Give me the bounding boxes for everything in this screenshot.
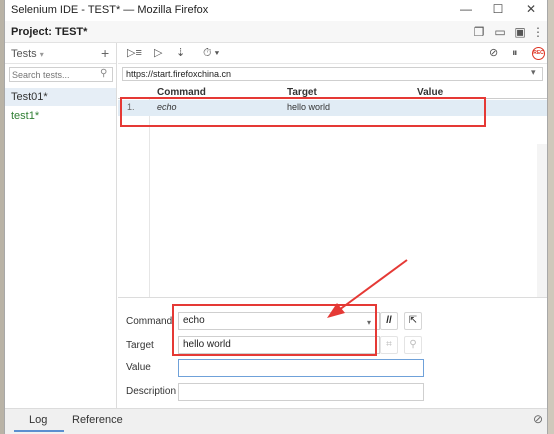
run-all-tests-icon[interactable]: ▷≡ — [127, 46, 142, 61]
project-label: Project: TEST* — [11, 26, 87, 38]
annotation-box-editor — [172, 304, 377, 356]
test-speed-icon[interactable]: ⏱ ▾ — [203, 46, 219, 61]
active-tab-indicator — [14, 430, 64, 432]
search-tests-input[interactable] — [12, 68, 92, 81]
target-label: Target — [126, 340, 154, 351]
project-label-text: Project: — [11, 26, 52, 38]
search-tests-box: ⚲ — [9, 67, 113, 82]
window-title: Selenium IDE - TEST* — Mozilla Firefox — [11, 4, 209, 16]
save-project-icon[interactable]: ▣ — [512, 24, 528, 40]
tests-header-label: Tests — [11, 48, 37, 60]
project-name[interactable]: TEST* — [55, 26, 87, 38]
minimize-button[interactable]: — — [451, 2, 481, 18]
run-current-test-icon[interactable]: ▷ — [154, 46, 162, 61]
open-docs-button[interactable]: ⇱ — [404, 312, 422, 330]
desktop-background-right — [547, 0, 554, 434]
pause-on-exceptions-icon[interactable]: ⏸ — [512, 46, 518, 61]
command-label: Command — [126, 316, 173, 327]
grid-divider — [149, 99, 150, 297]
step-over-icon[interactable]: ⇣ — [176, 46, 185, 61]
maximize-button[interactable]: ☐ — [483, 2, 513, 18]
test-item-test1[interactable]: test1* — [5, 107, 116, 125]
bottom-panel-tabs: Log Reference ⊘ — [5, 408, 547, 434]
chevron-down-icon: ▾ — [39, 50, 44, 59]
project-bar: Project: TEST* ❐ ▭ ▣ ⋮ — [5, 21, 547, 43]
new-project-icon[interactable]: ❐ — [471, 24, 487, 40]
clear-log-icon[interactable]: ⊘ — [533, 412, 543, 426]
playback-toolbar: ▷≡ ▷ ⇣ ⏱ ▾ ⊘ ⏸ REC — [118, 43, 547, 64]
firefox-window: Selenium IDE - TEST* — Mozilla Firefox —… — [4, 0, 548, 434]
open-project-icon[interactable]: ▭ — [492, 24, 508, 40]
tab-log[interactable]: Log — [29, 414, 47, 426]
description-input[interactable] — [178, 383, 424, 401]
window-titlebar: Selenium IDE - TEST* — Mozilla Firefox —… — [5, 0, 547, 21]
command-editor: Command echo ▾ // ⇱ Target hello world ⌗… — [118, 297, 547, 408]
add-test-button[interactable]: + — [101, 45, 109, 61]
test-item-test01[interactable]: Test01* — [5, 88, 116, 106]
select-target-button[interactable]: ⌗ — [380, 336, 398, 354]
value-input[interactable] — [178, 359, 424, 377]
annotation-box-row — [120, 97, 486, 127]
base-url-bar: ▾ — [122, 67, 543, 81]
record-button[interactable]: REC — [532, 47, 545, 60]
tab-reference[interactable]: Reference — [72, 414, 123, 426]
disable-breakpoints-icon[interactable]: ⊘ — [489, 46, 498, 61]
description-label: Description — [126, 386, 177, 397]
tests-dropdown[interactable]: Tests ▾ — [11, 48, 44, 60]
close-button[interactable]: ✕ — [516, 2, 546, 18]
value-label: Value — [126, 362, 151, 373]
url-dropdown-icon[interactable]: ▾ — [531, 67, 536, 78]
search-icon: ⚲ — [100, 68, 108, 79]
base-url-input[interactable] — [126, 68, 506, 80]
find-target-button[interactable]: ⚲ — [404, 336, 422, 354]
comment-button[interactable]: // — [380, 312, 398, 330]
tests-sidebar: Tests ▾ + ⚲ Test01* test1* — [5, 43, 117, 408]
more-menu-icon[interactable]: ⋮ — [530, 24, 546, 40]
tests-header: Tests ▾ + — [5, 43, 116, 64]
